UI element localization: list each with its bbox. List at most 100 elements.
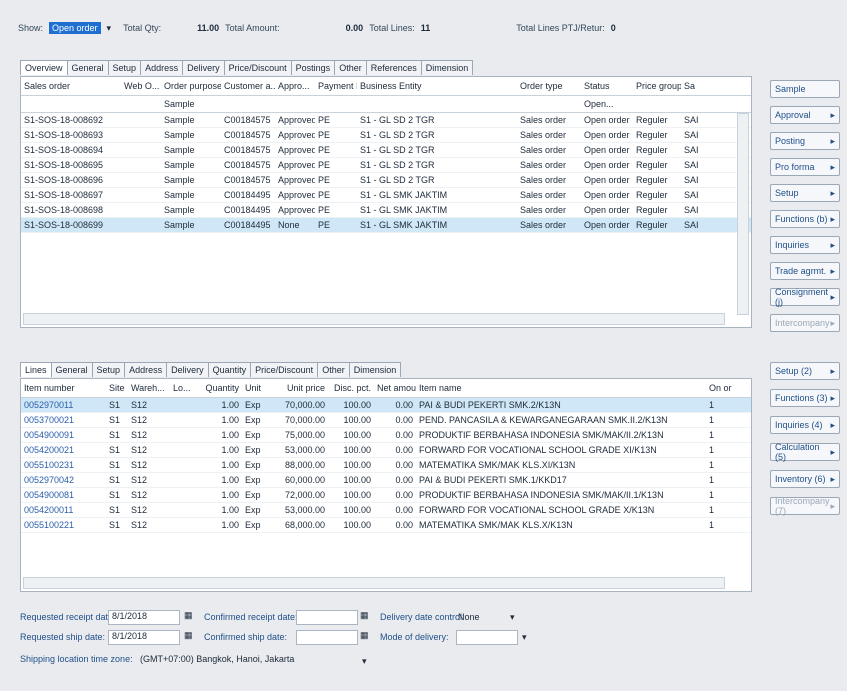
tab-general[interactable]: General xyxy=(66,60,109,75)
table-row[interactable]: 0053700021 S1 S12 1.00 Exp 70,000.00 100.00 0.0… xyxy=(21,413,751,428)
tab-line-price-discount[interactable]: Price/Discount xyxy=(250,362,319,377)
tab-delivery[interactable]: Delivery xyxy=(182,60,225,75)
action-button-pro-forma[interactable]: Pro forma ▸ xyxy=(770,158,840,176)
lines-horizontal-scrollbar[interactable] xyxy=(23,577,725,589)
timezone-value[interactable]: (GMT+07:00) Bangkok, Hanoi, Jakarta xyxy=(140,654,294,664)
tab-references[interactable]: References xyxy=(365,60,422,75)
column-header[interactable]: On or xyxy=(706,383,746,393)
column-header[interactable]: Order type xyxy=(517,81,581,91)
calendar-icon[interactable]: ▦ xyxy=(360,630,369,641)
table-row[interactable]: 0054200021 S1 S12 1.00 Exp 53,000.00 100.00 0.0… xyxy=(21,443,751,458)
tab-line-quantity[interactable]: Quantity xyxy=(207,362,252,377)
table-cell: Open order xyxy=(584,175,630,185)
column-header[interactable]: Price group xyxy=(633,81,681,91)
tab-line-other[interactable]: Other xyxy=(317,362,350,377)
chevron-down-icon[interactable]: ▾ xyxy=(362,656,367,667)
tab-line-delivery[interactable]: Delivery xyxy=(166,362,209,377)
table-row[interactable]: S1-SOS-18-008696 Sample C00184575 Approved P… xyxy=(21,173,751,188)
table-row[interactable]: 0054900081 S1 S12 1.00 Exp 72,000.00 100.00 0.0… xyxy=(21,488,751,503)
table-row[interactable]: S1-SOS-18-008694 Sample C00184575 Approved P… xyxy=(21,143,751,158)
column-header[interactable]: Lo... xyxy=(170,383,200,393)
orders-horizontal-scrollbar[interactable] xyxy=(23,313,725,325)
tab-setup[interactable]: Setup xyxy=(107,60,142,75)
filter-order-purpose[interactable]: Sample xyxy=(161,99,221,109)
line-action-button-intercompany-7-[interactable]: Intercompany (7) ▸ xyxy=(770,496,840,516)
calendar-icon[interactable]: ▦ xyxy=(360,610,369,621)
column-header[interactable]: Sales order xyxy=(21,81,121,91)
column-header[interactable]: Unit xyxy=(242,383,278,393)
table-cell: MATEMATIKA SMK/MAK KLS.X/K13N xyxy=(419,520,573,530)
table-row[interactable]: S1-SOS-18-008693 Sample C00184575 Approved P… xyxy=(21,128,751,143)
chevron-down-icon[interactable]: ▾ xyxy=(510,612,515,623)
calendar-icon[interactable]: ▦ xyxy=(184,630,193,641)
filter-status[interactable]: Open... xyxy=(581,99,633,109)
action-button-intercompany[interactable]: Intercompany ▸ xyxy=(770,314,840,332)
table-row[interactable]: S1-SOS-18-008695 Sample C00184575 Approved P… xyxy=(21,158,751,173)
tab-address[interactable]: Address xyxy=(140,60,184,75)
table-row[interactable]: 0055100221 S1 S12 1.00 Exp 68,000.00 100.00 0.0… xyxy=(21,518,751,533)
action-button-trade-agrmt-[interactable]: Trade agrmt. ▸ xyxy=(770,262,840,280)
chevron-down-icon[interactable]: ▾ xyxy=(522,632,527,643)
column-header[interactable]: Appro... xyxy=(275,81,315,91)
table-row[interactable]: 0052970042 S1 S12 1.00 Exp 60,000.00 100.00 0.0… xyxy=(21,473,751,488)
requested-receipt-field[interactable]: 8/1/2018 xyxy=(108,610,180,625)
action-button-consignment-j-[interactable]: Consignment (j) ▸ xyxy=(770,287,840,307)
column-header[interactable]: Unit price xyxy=(278,383,328,393)
confirmed-receipt-field[interactable] xyxy=(296,610,358,625)
line-action-button-calculation-5-[interactable]: Calculation (5) ▸ xyxy=(770,442,840,462)
action-button-sample[interactable]: Sample xyxy=(770,80,840,98)
table-row[interactable]: 0054900091 S1 S12 1.00 Exp 75,000.00 100.00 0.0… xyxy=(21,428,751,443)
table-row[interactable]: S1-SOS-18-008697 Sample C00184495 Approved P… xyxy=(21,188,751,203)
table-row[interactable]: 0054200011 S1 S12 1.00 Exp 53,000.00 100.00 0.0… xyxy=(21,503,751,518)
column-header[interactable]: Site xyxy=(106,383,128,393)
table-cell: PE xyxy=(318,205,331,215)
tab-line-general[interactable]: General xyxy=(50,362,93,377)
table-row[interactable]: 0055100231 S1 S12 1.00 Exp 88,000.00 100.00 0.0… xyxy=(21,458,751,473)
column-header[interactable]: Customer a... xyxy=(221,81,275,91)
tab-line-dimension[interactable]: Dimension xyxy=(348,362,402,377)
tab-price-discount[interactable]: Price/Discount xyxy=(223,60,292,75)
table-cell: 70,000.00 xyxy=(284,400,325,410)
line-action-button-functions-3-[interactable]: Functions (3) ▸ xyxy=(770,389,840,407)
table-row[interactable]: S1-SOS-18-008692 Sample C00184575 Approved P… xyxy=(21,113,751,128)
action-button-inquiries[interactable]: Inquiries ▸ xyxy=(770,236,840,254)
column-header[interactable]: Item number xyxy=(21,383,106,393)
tab-overview[interactable]: Overview xyxy=(20,60,68,75)
column-header[interactable]: Web O... xyxy=(121,81,161,91)
tab-line-address[interactable]: Address xyxy=(124,362,168,377)
column-header[interactable]: Wareh... xyxy=(128,383,170,393)
tab-line-setup[interactable]: Setup xyxy=(91,362,126,377)
column-header[interactable]: Order purpose xyxy=(161,81,221,91)
requested-ship-field[interactable]: 8/1/2018 xyxy=(108,630,180,645)
calendar-icon[interactable]: ▦ xyxy=(184,610,193,621)
confirmed-ship-field[interactable] xyxy=(296,630,358,645)
table-row[interactable]: 0052970011 S1 S12 1.00 Exp 70,000.00 100.00 0.0… xyxy=(21,398,751,413)
column-header[interactable]: Item name xyxy=(416,383,706,393)
tab-dimension[interactable]: Dimension xyxy=(420,60,474,75)
table-row[interactable]: S1-SOS-18-008699 Sample C00184495 None PE S1 … xyxy=(21,218,751,233)
table-row[interactable]: S1-SOS-18-008698 Sample C00184495 Approved P… xyxy=(21,203,751,218)
chevron-down-icon[interactable]: ▾ xyxy=(107,23,112,34)
column-header[interactable]: Business Entity xyxy=(357,81,517,91)
column-header[interactable]: Quantity xyxy=(200,383,242,393)
orders-vertical-scrollbar[interactable] xyxy=(737,113,749,315)
column-header[interactable]: Net amount xyxy=(374,383,416,393)
line-action-button-inquiries-4-[interactable]: Inquiries (4) ▸ xyxy=(770,416,840,434)
mode-delivery-field[interactable] xyxy=(456,630,518,645)
table-cell: 0.00 xyxy=(395,460,413,470)
action-button-approval[interactable]: Approval ▸ xyxy=(770,106,840,124)
show-select[interactable]: Open order xyxy=(49,22,101,34)
column-header[interactable]: Disc. pct. xyxy=(328,383,374,393)
line-action-button-inventory-6-[interactable]: Inventory (6) ▸ xyxy=(770,470,840,488)
column-header[interactable]: Payment ID xyxy=(315,81,357,91)
column-header[interactable]: Sa xyxy=(681,81,721,91)
delivery-control-value[interactable]: None xyxy=(458,612,480,622)
tab-line-lines[interactable]: Lines xyxy=(20,362,52,377)
action-button-setup[interactable]: Setup ▸ xyxy=(770,184,840,202)
tab-postings[interactable]: Postings xyxy=(290,60,336,75)
tab-other[interactable]: Other xyxy=(334,60,367,75)
column-header[interactable]: Status xyxy=(581,81,633,91)
action-button-posting[interactable]: Posting ▸ xyxy=(770,132,840,150)
line-action-button-setup-2-[interactable]: Setup (2) ▸ xyxy=(770,362,840,380)
action-button-functions-b-[interactable]: Functions (b) ▸ xyxy=(770,210,840,228)
